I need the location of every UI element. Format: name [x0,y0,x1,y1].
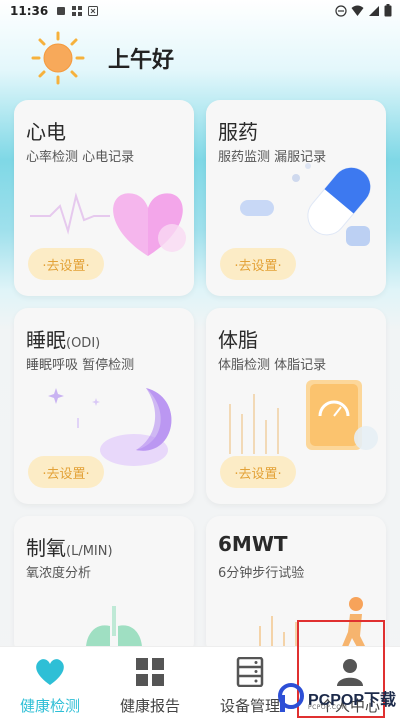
sun-icon [30,30,86,86]
moon-illustration-icon [48,388,172,466]
dnd-icon [335,4,347,17]
card-title: 6MWT [218,532,288,556]
greeting-text: 上午好 [108,48,175,73]
signal-icon [369,5,379,16]
card-title: 睡眠 [26,328,66,352]
card-setup-button[interactable]: ·去设置· [28,456,104,488]
tab-health-check[interactable]: 健康检测 [0,647,100,720]
watermark-logo: PCPOP下载 PCPOP.COM [278,680,400,716]
status-time: 11:36 [10,4,49,18]
tab-label: 健康报告 [119,697,180,715]
card-title-unit: (L/MIN) [66,544,113,559]
card-subtitle: 6分钟步行试验 [218,566,305,581]
app-notification-icon [88,6,99,16]
card-ecg[interactable]: 心电 心率检测 心电记录 ·去设置· [14,100,194,296]
notification-icon [57,7,66,15]
card-subtitle: 氧浓度分析 [26,566,92,581]
card-title: 体脂 [218,328,258,352]
card-title-wrap: 制氧(L/MIN) [26,532,113,561]
card-title: 制氧 [26,536,66,560]
card-title: 服药 [218,120,258,144]
tab-label: 健康检测 [19,697,80,715]
card-medication[interactable]: 服药 服药监测 漏服记录 ·去设置· [206,100,386,296]
battery-icon [384,4,392,17]
card-setup-button[interactable]: ·去设置· [28,248,104,280]
tab-label: 设备管理 [219,697,280,715]
scale-illustration-icon [229,380,378,454]
grid-notification-icon [72,6,83,16]
card-setup-button[interactable]: ·去设置· [220,456,296,488]
heart-icon [36,659,64,685]
pill-illustration-icon [240,163,371,246]
server-icon [236,657,264,687]
card-setup-button[interactable]: ·去设置· [220,248,296,280]
status-bar: 11:36 [0,0,400,22]
tab-health-report[interactable]: 健康报告 [100,647,200,720]
card-body-fat[interactable]: 体脂 体脂检测 体脂记录 ·去设置· [206,308,386,504]
pcpop-logo-icon [278,683,304,712]
card-title-wrap: 睡眠(ODI) [26,324,100,353]
wifi-icon [351,5,364,16]
card-title: 心电 [26,120,66,144]
card-subtitle: 体脂检测 体脂记录 [218,358,327,373]
card-title-unit: (ODI) [66,336,101,351]
card-sleep[interactable]: 睡眠(ODI) 睡眠呼吸 暂停检测 ·去设置· [14,308,194,504]
card-oxygen[interactable]: 制氧(L/MIN) 氧浓度分析 [14,516,194,656]
card-subtitle: 心率检测 心电记录 [26,150,135,165]
greeting-header: 上午好 [30,28,174,88]
watermark-subtext: PCPOP.COM [308,704,348,711]
grid-icon [136,658,164,686]
